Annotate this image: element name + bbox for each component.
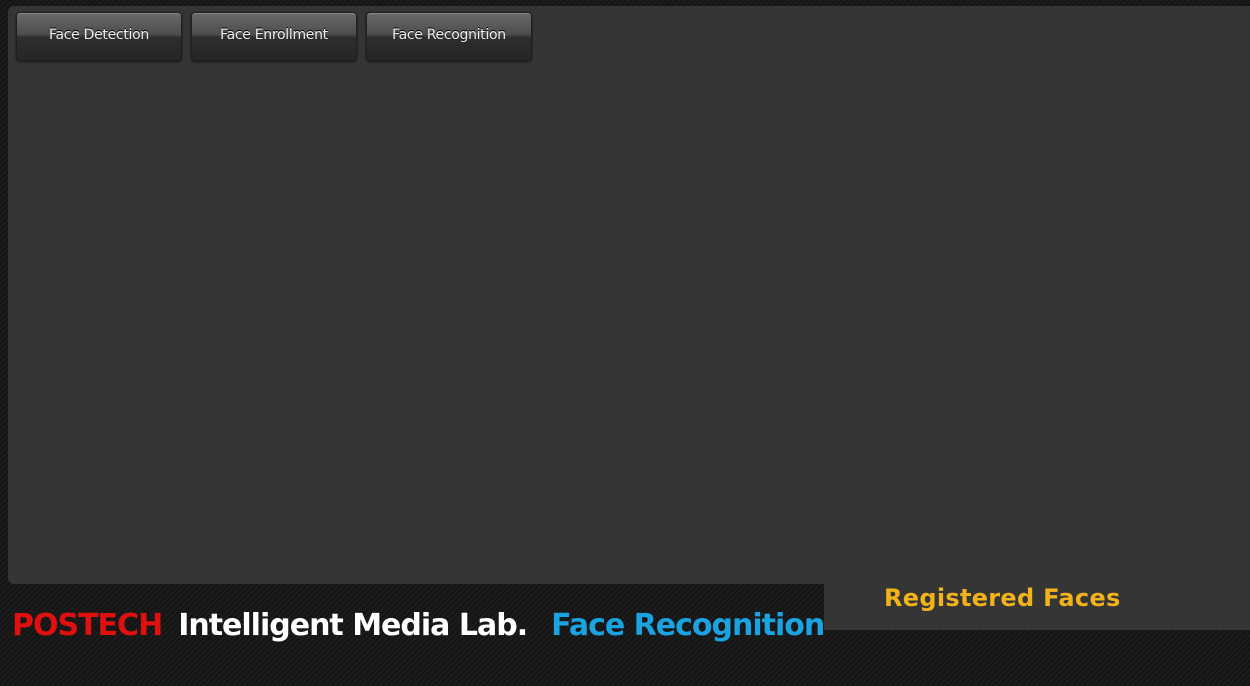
face-recognition-button[interactable]: Face Recognition xyxy=(366,12,532,61)
footer-branding: POSTECH Intelligent Media Lab. Face Reco… xyxy=(12,604,825,646)
display-speck xyxy=(744,513,745,514)
lab-name: Intelligent Media Lab. xyxy=(178,607,528,643)
video-display-panel xyxy=(8,6,1250,584)
registered-faces-panel: Registered Faces xyxy=(824,584,1250,630)
face-enrollment-button[interactable]: Face Enrollment xyxy=(191,12,357,61)
display-speck xyxy=(374,269,375,270)
app-title: Face Recognition xyxy=(551,607,825,643)
org-name: POSTECH xyxy=(12,607,163,643)
display-speck xyxy=(426,212,427,213)
mode-toolbar: Face Detection Face Enrollment Face Reco… xyxy=(16,12,532,61)
registered-faces-label: Registered Faces xyxy=(884,584,1121,612)
face-detection-button[interactable]: Face Detection xyxy=(16,12,182,61)
